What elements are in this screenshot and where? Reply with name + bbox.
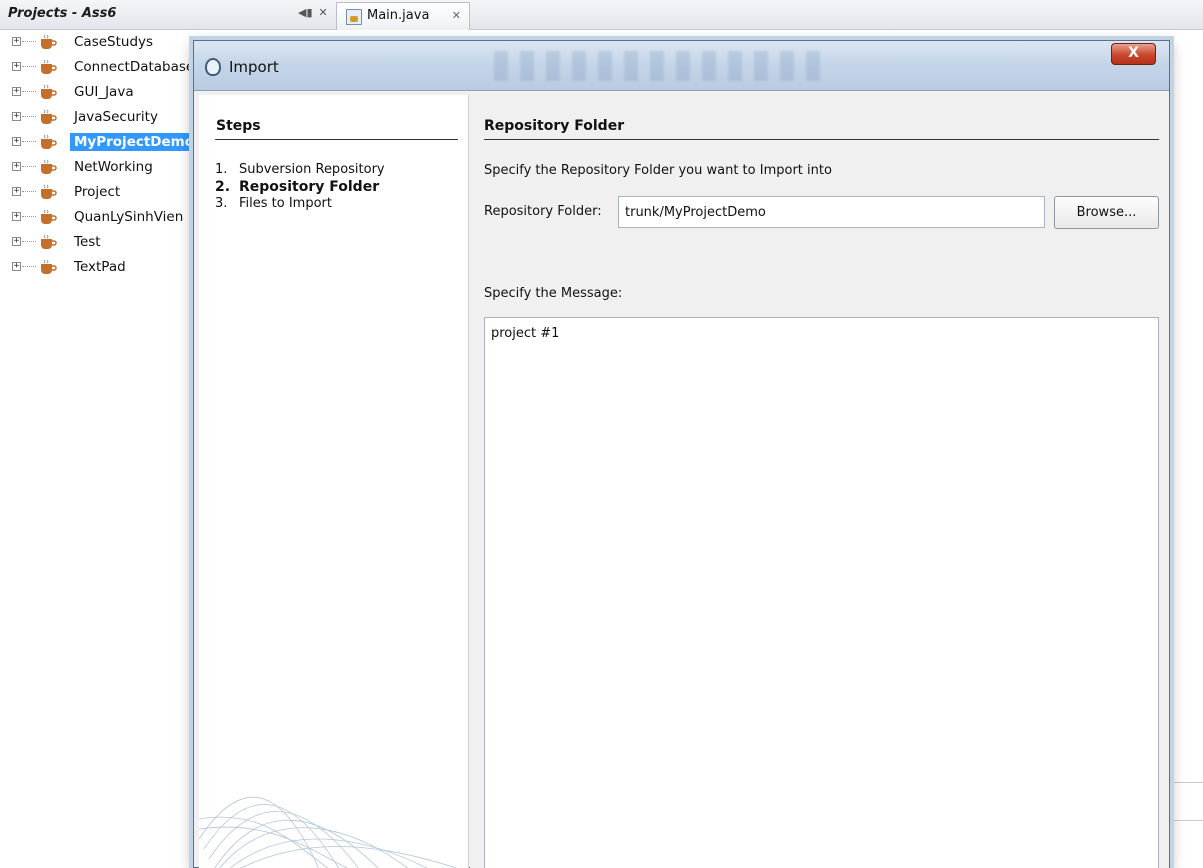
tree-item-myprojectdemo[interactable]: + MyProjectDemo — [0, 130, 205, 155]
expand-icon[interactable]: + — [12, 237, 21, 246]
java-project-icon — [41, 109, 57, 124]
panel-close-icon[interactable]: ✕ — [319, 6, 328, 19]
step-item: 1. Subversion Repository — [215, 162, 385, 179]
tree-connector — [22, 241, 36, 242]
projects-panel-title: Projects - Ass6 — [8, 6, 117, 21]
tree-item-label: Project — [74, 184, 121, 200]
expand-icon[interactable]: + — [12, 37, 21, 46]
tree-connector — [22, 41, 36, 42]
browse-button[interactable]: Browse... — [1054, 196, 1159, 229]
tree-item-javasecurity[interactable]: + JavaSecurity — [0, 105, 205, 130]
tree-item-label: MyProjectDemo — [70, 133, 205, 151]
ide-right-edge — [1170, 30, 1203, 868]
tree-connector — [22, 116, 36, 117]
divider — [1170, 782, 1203, 783]
editor-tab-main-java[interactable]: Main.java ✕ — [336, 2, 470, 30]
java-project-icon — [41, 234, 57, 249]
steps-pane: Steps 1. Subversion Repository 2. Reposito… — [199, 95, 469, 868]
close-button[interactable]: X — [1111, 43, 1156, 65]
java-project-icon — [41, 259, 57, 274]
import-dialog: Import X Steps 1. Subversion Repository 2… — [193, 40, 1170, 868]
divider — [1170, 820, 1203, 821]
dialog-title: Import — [229, 58, 279, 76]
expand-icon[interactable]: + — [12, 62, 21, 71]
tree-item-label: NetWorking — [74, 159, 153, 175]
decorative-swirl — [199, 796, 458, 868]
step-number: 1. — [215, 162, 228, 177]
tree-item-casestudys[interactable]: + CaseStudys — [0, 30, 205, 55]
tree-connector — [22, 216, 36, 217]
title-bar-decoration — [494, 51, 824, 81]
tree-item-label: GUI_Java — [74, 84, 134, 100]
expand-icon[interactable]: + — [12, 212, 21, 221]
dialog-title-bar[interactable]: Import X — [194, 41, 1169, 91]
step-label: Repository Folder — [239, 179, 380, 195]
section-divider — [484, 139, 1159, 140]
tree-item-label: JavaSecurity — [74, 109, 158, 125]
tree-connector — [22, 166, 36, 167]
step-number: 3. — [215, 196, 228, 211]
expand-icon[interactable]: + — [12, 187, 21, 196]
java-project-icon — [41, 159, 57, 174]
tree-item-connectdatabase[interactable]: + ConnectDatabase — [0, 55, 205, 80]
java-file-icon — [346, 9, 362, 25]
tree-connector — [22, 191, 36, 192]
step-number: 2. — [215, 179, 231, 195]
step-label: Subversion Repository — [239, 162, 385, 177]
tree-item-label: QuanLySinhVien — [74, 209, 184, 225]
panel-controls[interactable]: ◀▮ ✕ — [298, 6, 334, 19]
java-project-icon — [41, 84, 57, 99]
java-project-icon — [41, 34, 57, 49]
java-project-icon — [41, 184, 57, 199]
step-item: 3. Files to Import — [215, 196, 385, 213]
step-label: Files to Import — [239, 196, 332, 211]
tree-item-project[interactable]: + Project — [0, 180, 205, 205]
expand-icon[interactable]: + — [12, 87, 21, 96]
tab-close-icon[interactable]: ✕ — [452, 9, 461, 22]
tree-connector — [22, 91, 36, 92]
java-project-icon — [41, 134, 57, 149]
tree-item-test[interactable]: + Test — [0, 230, 205, 255]
message-label: Specify the Message: — [484, 286, 623, 301]
tree-item-label: Test — [74, 234, 101, 250]
java-project-icon — [41, 209, 57, 224]
expand-icon[interactable]: + — [12, 162, 21, 171]
tree-item-label: CaseStudys — [74, 34, 154, 50]
panel-menu-icon[interactable]: ◀▮ — [298, 6, 313, 19]
tree-connector — [22, 266, 36, 267]
repository-folder-label: Repository Folder: — [484, 204, 602, 219]
content-pane: Repository Folder Specify the Repository… — [470, 95, 1169, 868]
step-item-current: 2. Repository Folder — [215, 179, 385, 196]
editor-tab-label: Main.java — [367, 8, 430, 23]
tree-connector — [22, 141, 36, 142]
expand-icon[interactable]: + — [12, 262, 21, 271]
tree-connector — [22, 66, 36, 67]
project-tree: + CaseStudys + ConnectDatabase + GUI_Jav… — [0, 30, 205, 280]
tree-item-quanlysinhvien[interactable]: + QuanLySinhVien — [0, 205, 205, 230]
tree-item-networking[interactable]: + NetWorking — [0, 155, 205, 180]
ide-toolbar: Projects - Ass6 ◀▮ ✕ Main.java ✕ — [0, 0, 1203, 30]
import-icon — [205, 58, 221, 76]
steps-heading: Steps — [216, 118, 261, 134]
instruction-text: Specify the Repository Folder you want t… — [484, 163, 832, 178]
expand-icon[interactable]: + — [12, 112, 21, 121]
tree-item-label: ConnectDatabase — [74, 59, 195, 75]
tree-item-label: TextPad — [74, 259, 126, 275]
section-heading: Repository Folder — [484, 118, 625, 134]
message-textarea[interactable]: project #1 — [484, 317, 1159, 868]
steps-divider — [215, 139, 458, 140]
repository-folder-input[interactable] — [618, 196, 1045, 228]
tree-item-textpad[interactable]: + TextPad — [0, 255, 205, 280]
java-project-icon — [41, 59, 57, 74]
tree-item-gui-java[interactable]: + GUI_Java — [0, 80, 205, 105]
expand-icon[interactable]: + — [12, 137, 21, 146]
steps-list: 1. Subversion Repository 2. Repository Fol… — [215, 162, 385, 213]
